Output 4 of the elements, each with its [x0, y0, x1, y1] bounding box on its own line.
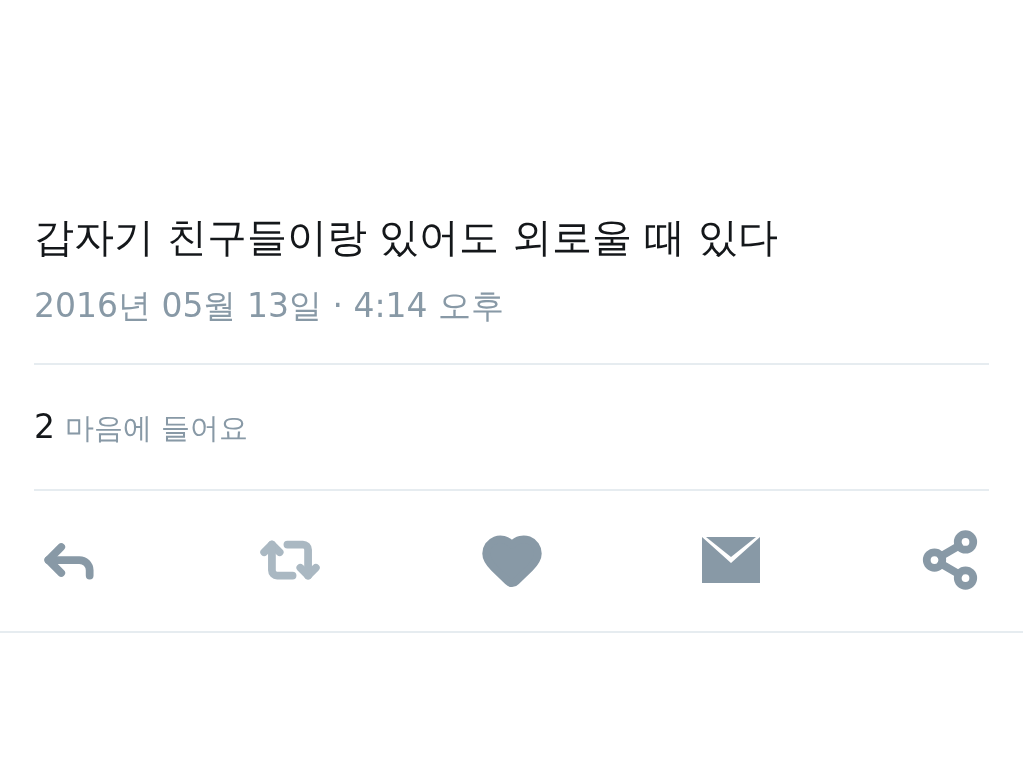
like-count: 2: [34, 407, 55, 446]
tweet-text: 갑자기 친구들이랑 있어도 외로울 때 있다: [34, 213, 779, 262]
timestamp: 2016년 05월 13일 · 4:14 오후: [34, 285, 505, 327]
like-label: 마음에 들어요: [65, 410, 249, 447]
